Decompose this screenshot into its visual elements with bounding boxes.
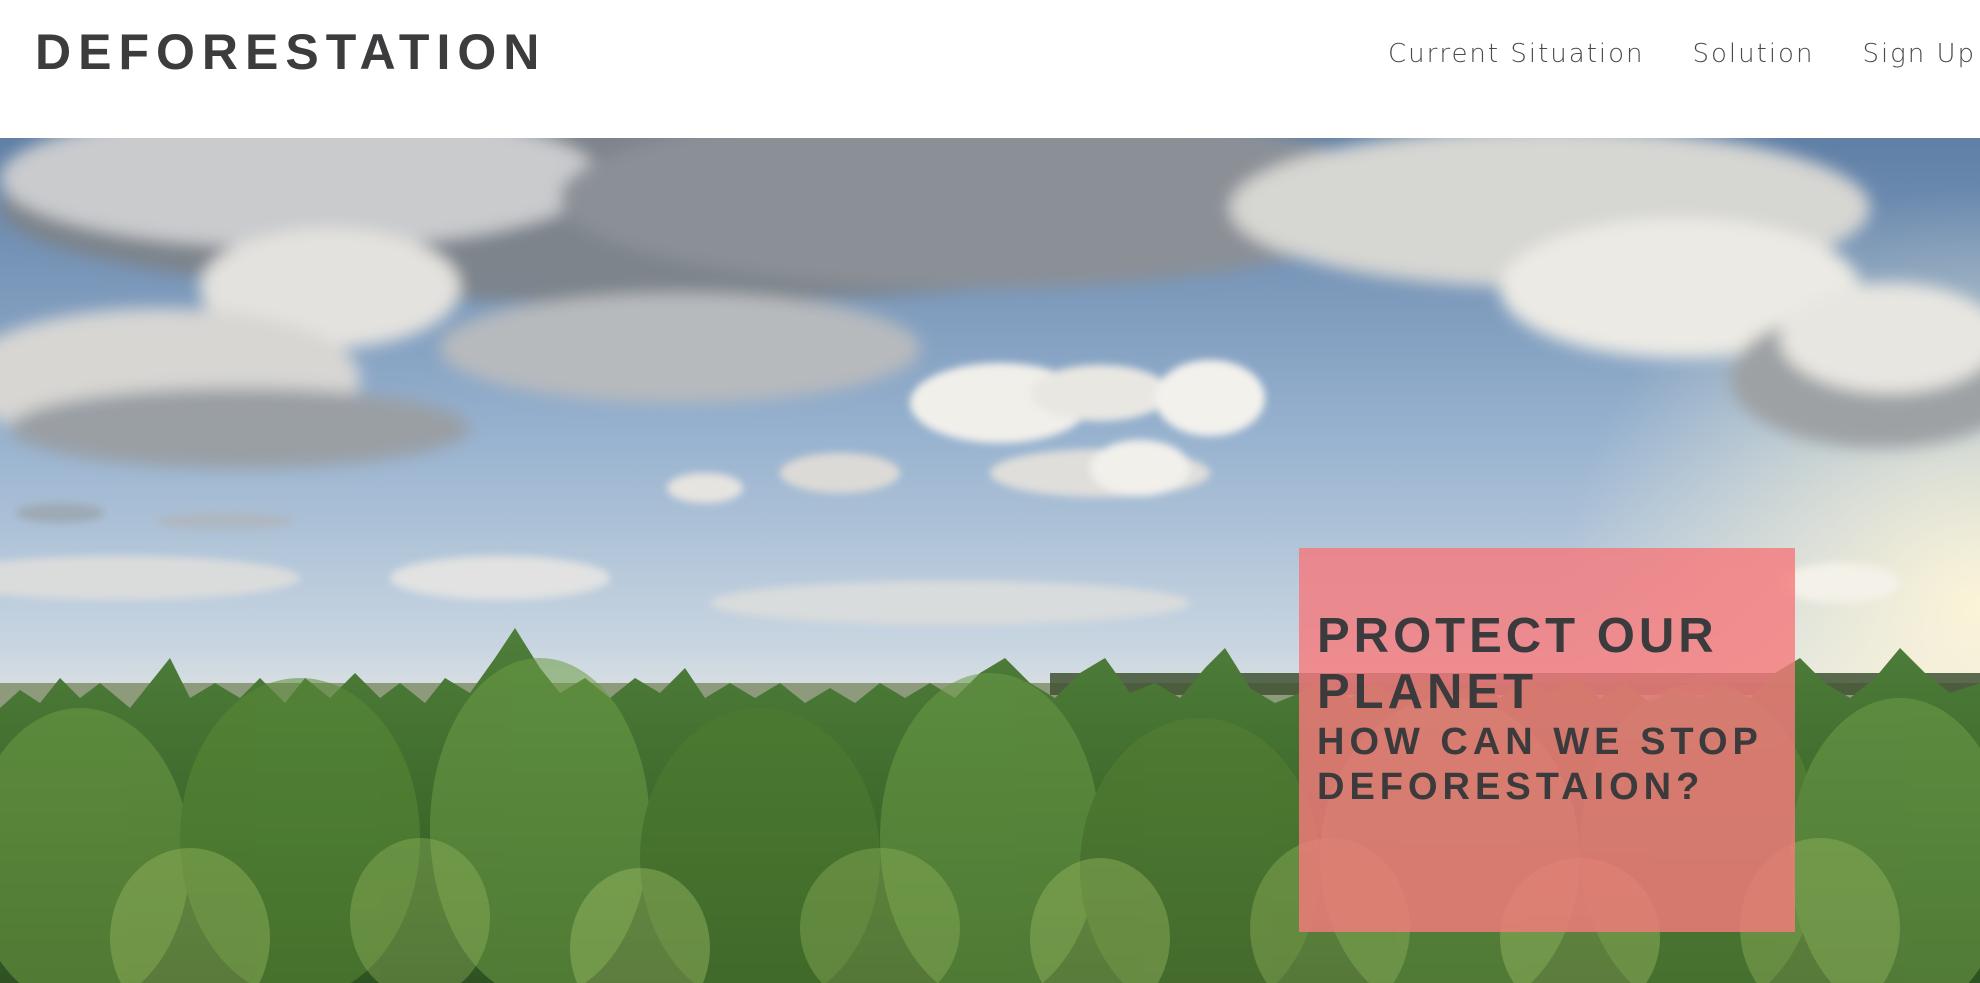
- main-nav: Current Situation Solution Sign Up: [1388, 34, 1976, 74]
- hero-cta-box: PROTECT OUR PLANET HOW CAN WE STOP DEFOR…: [1299, 548, 1795, 932]
- hero-section: PROTECT OUR PLANET HOW CAN WE STOP DEFOR…: [0, 138, 1980, 983]
- site-logo[interactable]: DEFORESTATION: [35, 22, 546, 82]
- hero-subtitle: HOW CAN WE STOP DEFORESTAION?: [1317, 721, 1763, 808]
- nav-link-current-situation[interactable]: Current Situation: [1388, 34, 1645, 74]
- nav-link-sign-up[interactable]: Sign Up: [1862, 34, 1976, 74]
- hero-title: PROTECT OUR PLANET: [1317, 609, 1718, 719]
- nav-link-solution[interactable]: Solution: [1693, 34, 1815, 74]
- site-header: DEFORESTATION Current Situation Solution…: [0, 0, 1980, 138]
